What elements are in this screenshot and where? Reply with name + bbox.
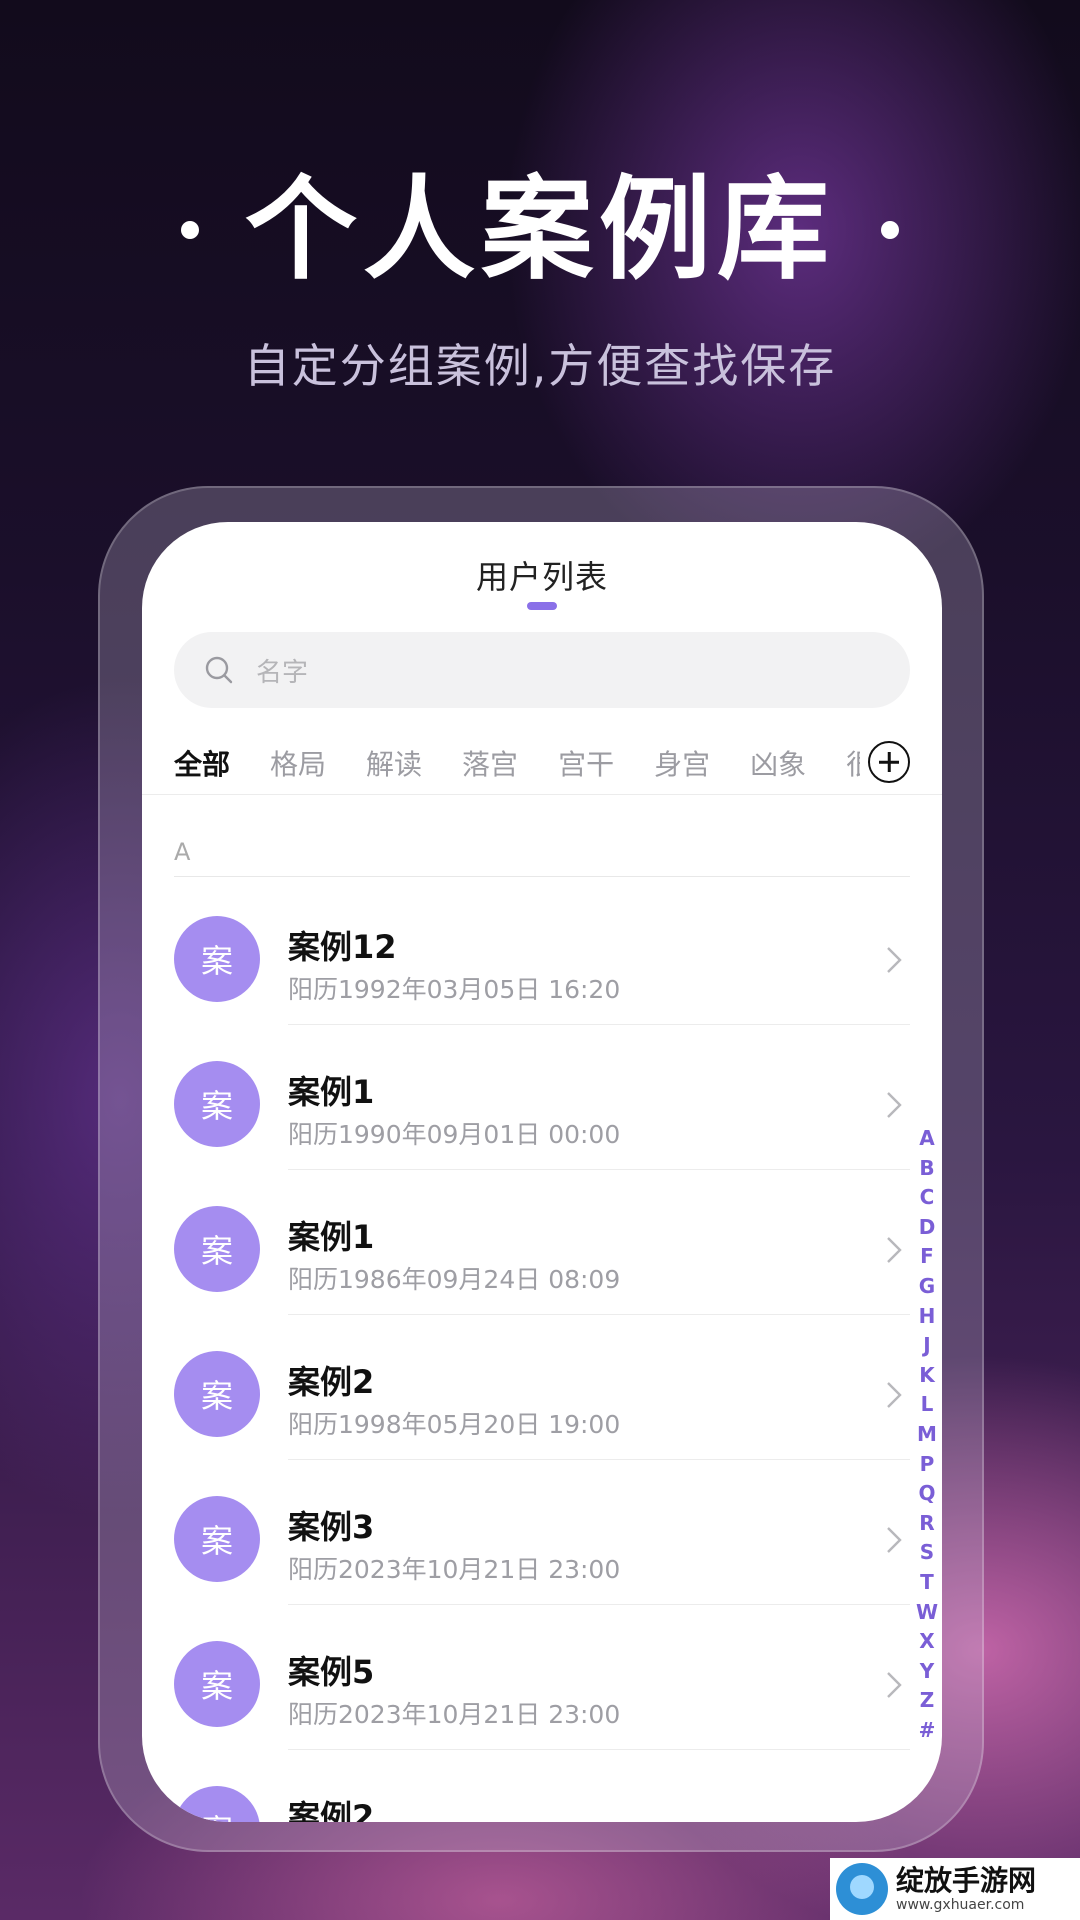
index-letter[interactable]: W [916, 1598, 938, 1628]
chevron-right-icon [887, 1527, 902, 1553]
index-letter[interactable]: F [920, 1242, 934, 1272]
bullet-dot [181, 221, 199, 239]
index-letter[interactable]: G [919, 1272, 935, 1302]
record-date: 阳历2023年10月21日 23:00 [288, 1700, 621, 1729]
list-item[interactable]: 案 案例1 阳历1990年09月01日 00:00 [142, 1025, 942, 1170]
tab-interpretation[interactable]: 解读 [366, 743, 422, 783]
index-letter[interactable]: S [920, 1538, 934, 1568]
index-letter[interactable]: H [919, 1302, 936, 1332]
index-letter[interactable]: P [920, 1450, 935, 1480]
tabs-divider [142, 794, 942, 795]
avatar: 案 [174, 1641, 260, 1727]
record-name: 案例5 [288, 1653, 375, 1691]
app-screen: 用户列表 名字 全部 格局 解读 落宫 宫干 身宫 凶象 很 A 案 案例12 … [142, 522, 942, 1822]
avatar: 案 [174, 1206, 260, 1292]
search-icon [204, 655, 234, 685]
list-item[interactable]: 案 案例3 阳历2023年10月21日 23:00 [142, 1460, 942, 1605]
list-item[interactable]: 案 案例2 阳历1998年05月20日 19:00 [142, 1315, 942, 1460]
index-letter[interactable]: K [919, 1361, 935, 1391]
index-letter[interactable]: A [919, 1124, 934, 1154]
index-letter[interactable]: B [919, 1154, 934, 1184]
hero-subtitle: 自定分组案例,方便查找保存 [243, 339, 837, 393]
tab-pattern[interactable]: 格局 [270, 743, 326, 783]
index-letter[interactable]: Q [918, 1479, 935, 1509]
tab-palace-stem[interactable]: 宫干 [558, 743, 614, 783]
index-letter[interactable]: Z [920, 1686, 935, 1716]
watermark-title: 绽放手游网 [896, 1864, 1037, 1897]
record-date: 阳历1990年09月01日 00:00 [288, 1120, 621, 1149]
record-name: 案例1 [288, 1218, 375, 1256]
record-name: 案例2 [288, 1363, 375, 1401]
tab-body-palace[interactable]: 身宫 [654, 743, 710, 783]
index-letter[interactable]: C [920, 1183, 935, 1213]
chevron-right-icon [887, 947, 902, 973]
tab-ominous[interactable]: 凶象 [750, 743, 806, 783]
search-placeholder: 名字 [256, 657, 309, 688]
chevron-right-icon [887, 1092, 902, 1118]
category-tabs: 全部 格局 解读 落宫 宫干 身宫 凶象 很 [174, 738, 910, 788]
section-divider [174, 876, 910, 877]
avatar: 案 [174, 1351, 260, 1437]
index-letter[interactable]: T [920, 1568, 934, 1598]
tab-palace-position[interactable]: 落宫 [462, 743, 518, 783]
watermark-text: 绽放手游网 www.gxhuaer.com [896, 1864, 1037, 1914]
record-name: 案例2 [288, 1798, 375, 1822]
record-name: 案例1 [288, 1073, 375, 1111]
search-input[interactable]: 名字 [174, 632, 910, 708]
avatar: 案 [174, 916, 260, 1002]
index-letter[interactable]: L [921, 1390, 934, 1420]
record-date: 阳历1998年05月20日 19:00 [288, 1410, 621, 1439]
page-title: 用户列表 [475, 558, 608, 596]
octopus-logo-icon [836, 1863, 888, 1915]
avatar: 案 [174, 1061, 260, 1147]
avatar: 案 [174, 1496, 260, 1582]
index-letter[interactable]: J [923, 1331, 930, 1361]
index-letter[interactable]: M [917, 1420, 937, 1450]
add-category-button[interactable] [868, 741, 910, 783]
tab-all[interactable]: 全部 [174, 743, 230, 783]
chevron-right-icon [887, 1382, 902, 1408]
list-item[interactable]: 案 案例12 阳历1992年03月05日 16:20 [142, 880, 942, 1025]
index-letter[interactable]: Y [920, 1657, 934, 1687]
record-date: 阳历1986年09月24日 08:09 [288, 1265, 621, 1294]
record-date: 阳历1992年03月05日 16:20 [288, 975, 621, 1004]
title-indicator [527, 602, 557, 610]
tab-overflow[interactable]: 很 [846, 743, 860, 783]
index-letter[interactable]: X [919, 1627, 934, 1657]
record-date: 阳历2023年10月21日 23:00 [288, 1555, 621, 1584]
index-letter[interactable]: D [919, 1213, 936, 1243]
hero-title-text: 个人案例库 [245, 165, 835, 295]
index-letter[interactable]: R [919, 1509, 934, 1539]
site-watermark: 绽放手游网 www.gxhuaer.com [830, 1858, 1080, 1920]
bullet-dot [881, 221, 899, 239]
section-header: A [174, 838, 191, 866]
list-item[interactable]: 案 案例5 阳历2023年10月21日 23:00 [142, 1605, 942, 1750]
avatar: 案 [174, 1786, 260, 1822]
record-list: 案 案例12 阳历1992年03月05日 16:20 案 案例1 阳历1990年… [142, 880, 942, 1822]
record-name: 案例12 [288, 928, 397, 966]
chevron-right-icon [887, 1672, 902, 1698]
record-name: 案例3 [288, 1508, 375, 1546]
list-item[interactable]: 案 案例1 阳历1986年09月24日 08:09 [142, 1170, 942, 1315]
list-item[interactable]: 案 案例2 [142, 1750, 942, 1822]
watermark-url: www.gxhuaer.com [896, 1897, 1025, 1913]
alphabet-index[interactable]: A B C D F G H J K L M P Q R S T W X Y Z … [912, 1124, 942, 1745]
hero-title: 个人案例库 [0, 160, 1080, 300]
index-letter[interactable]: # [919, 1716, 936, 1746]
chevron-right-icon [887, 1237, 902, 1263]
